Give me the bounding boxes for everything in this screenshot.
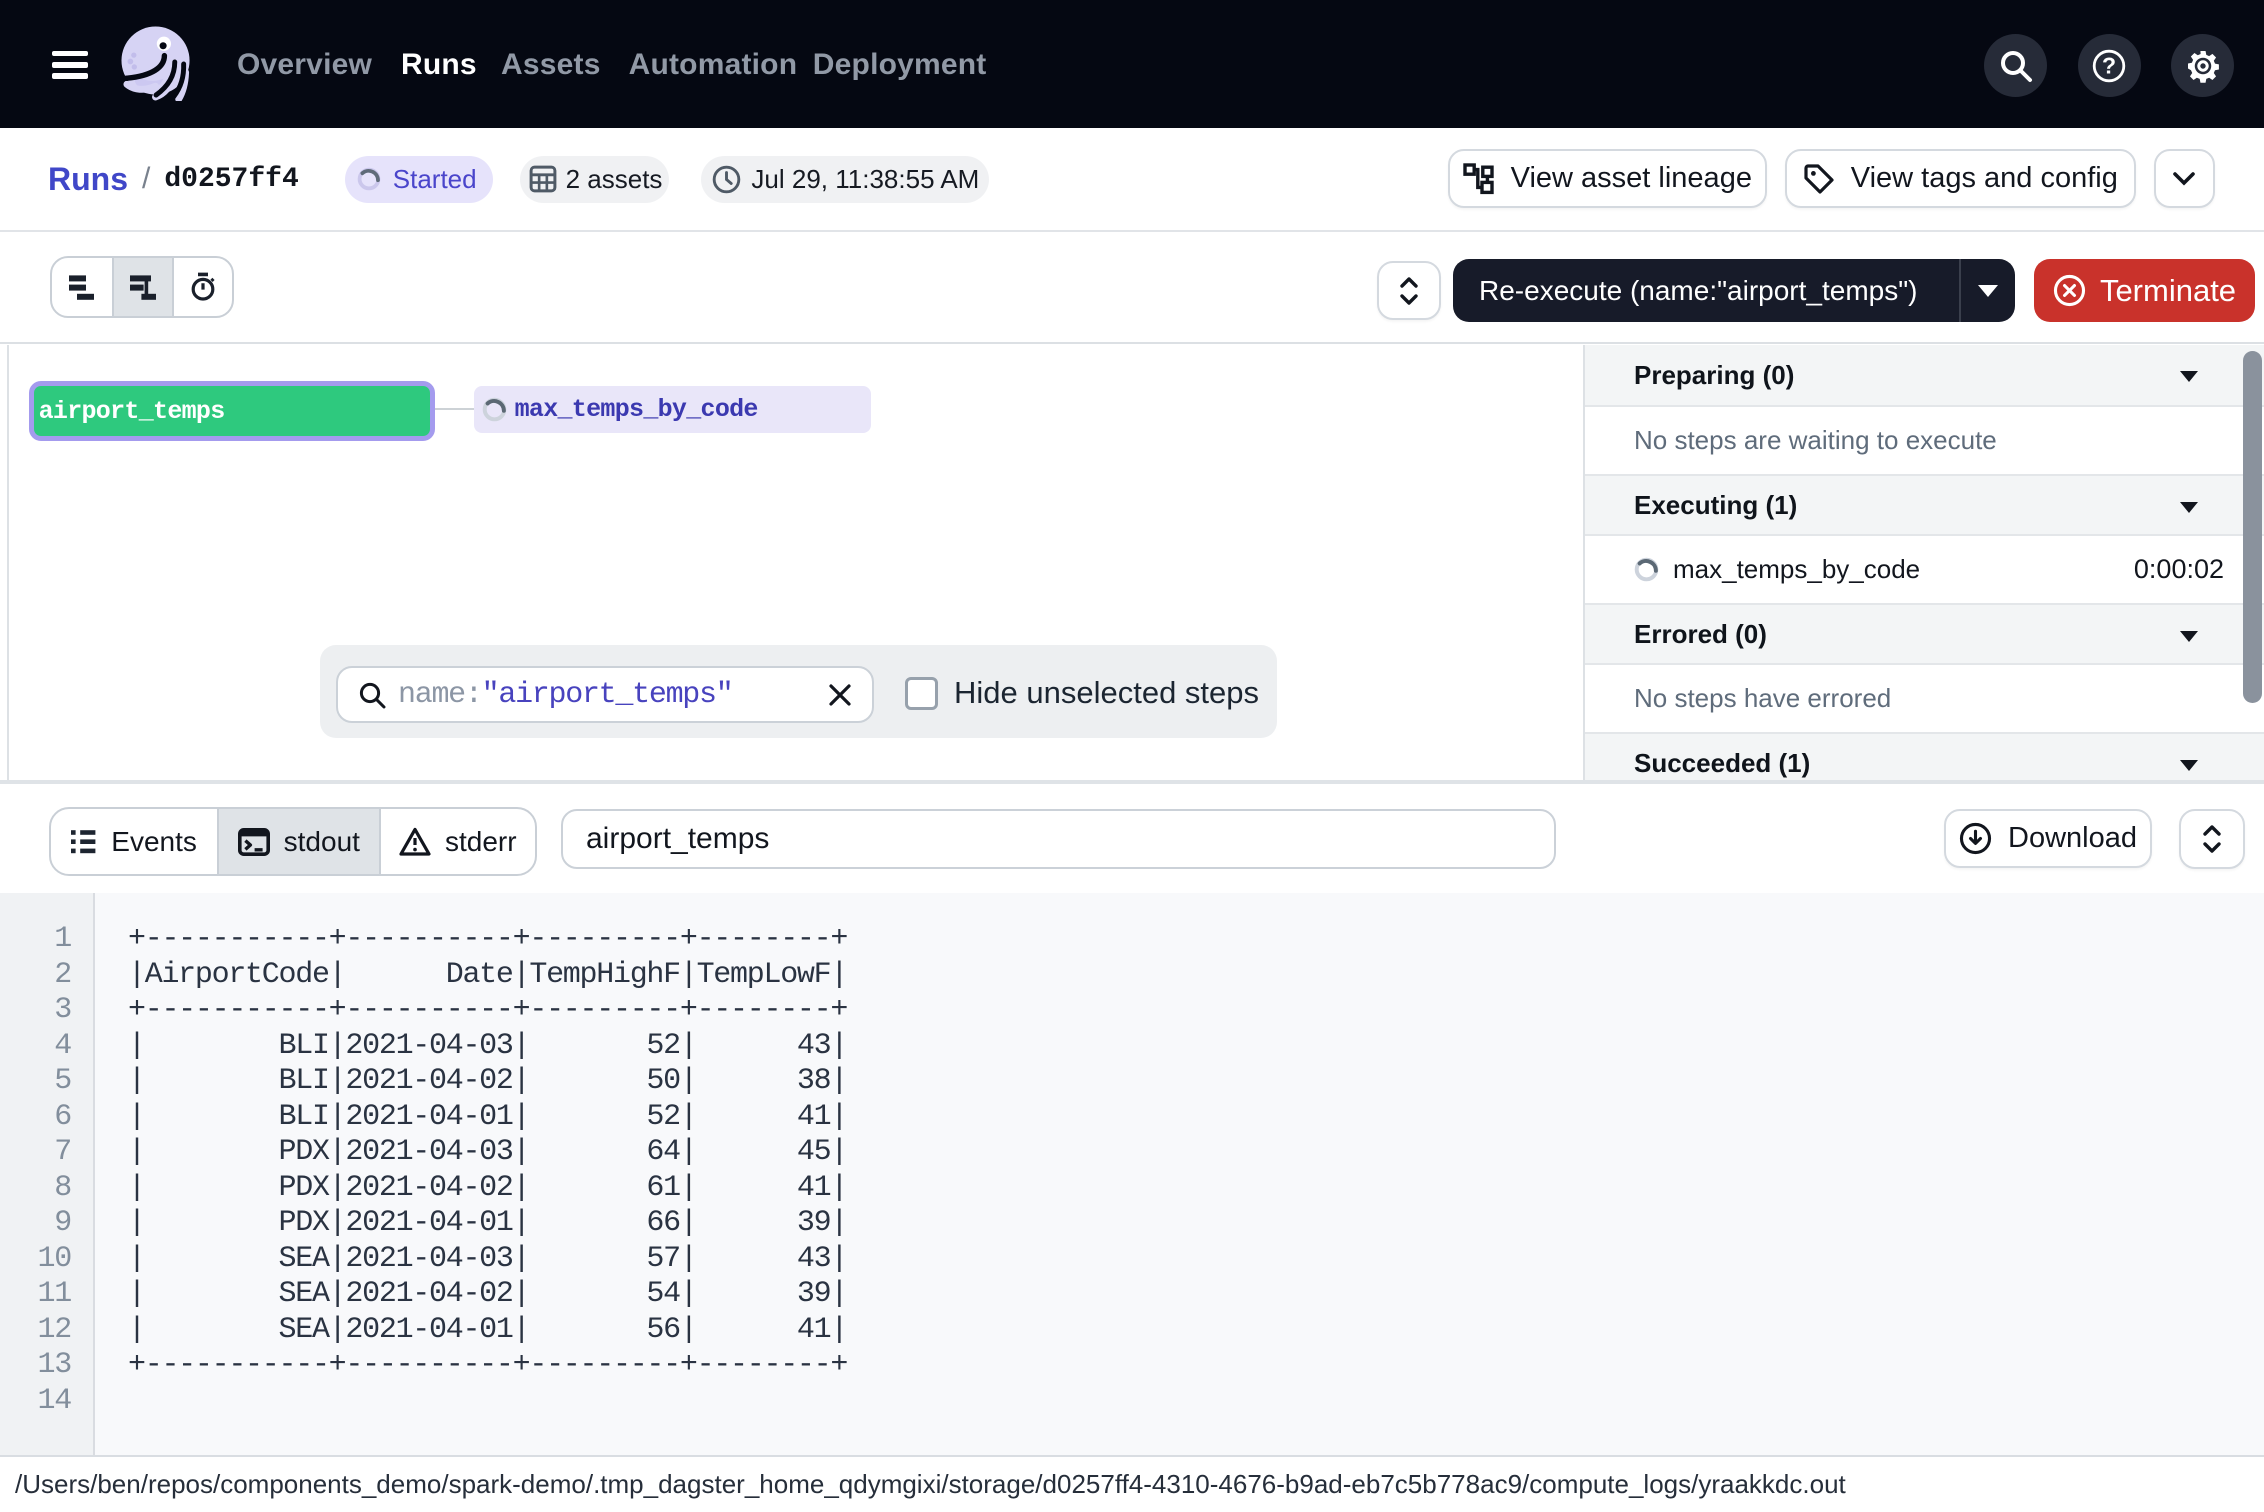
svg-text:?: ? — [2102, 52, 2116, 78]
